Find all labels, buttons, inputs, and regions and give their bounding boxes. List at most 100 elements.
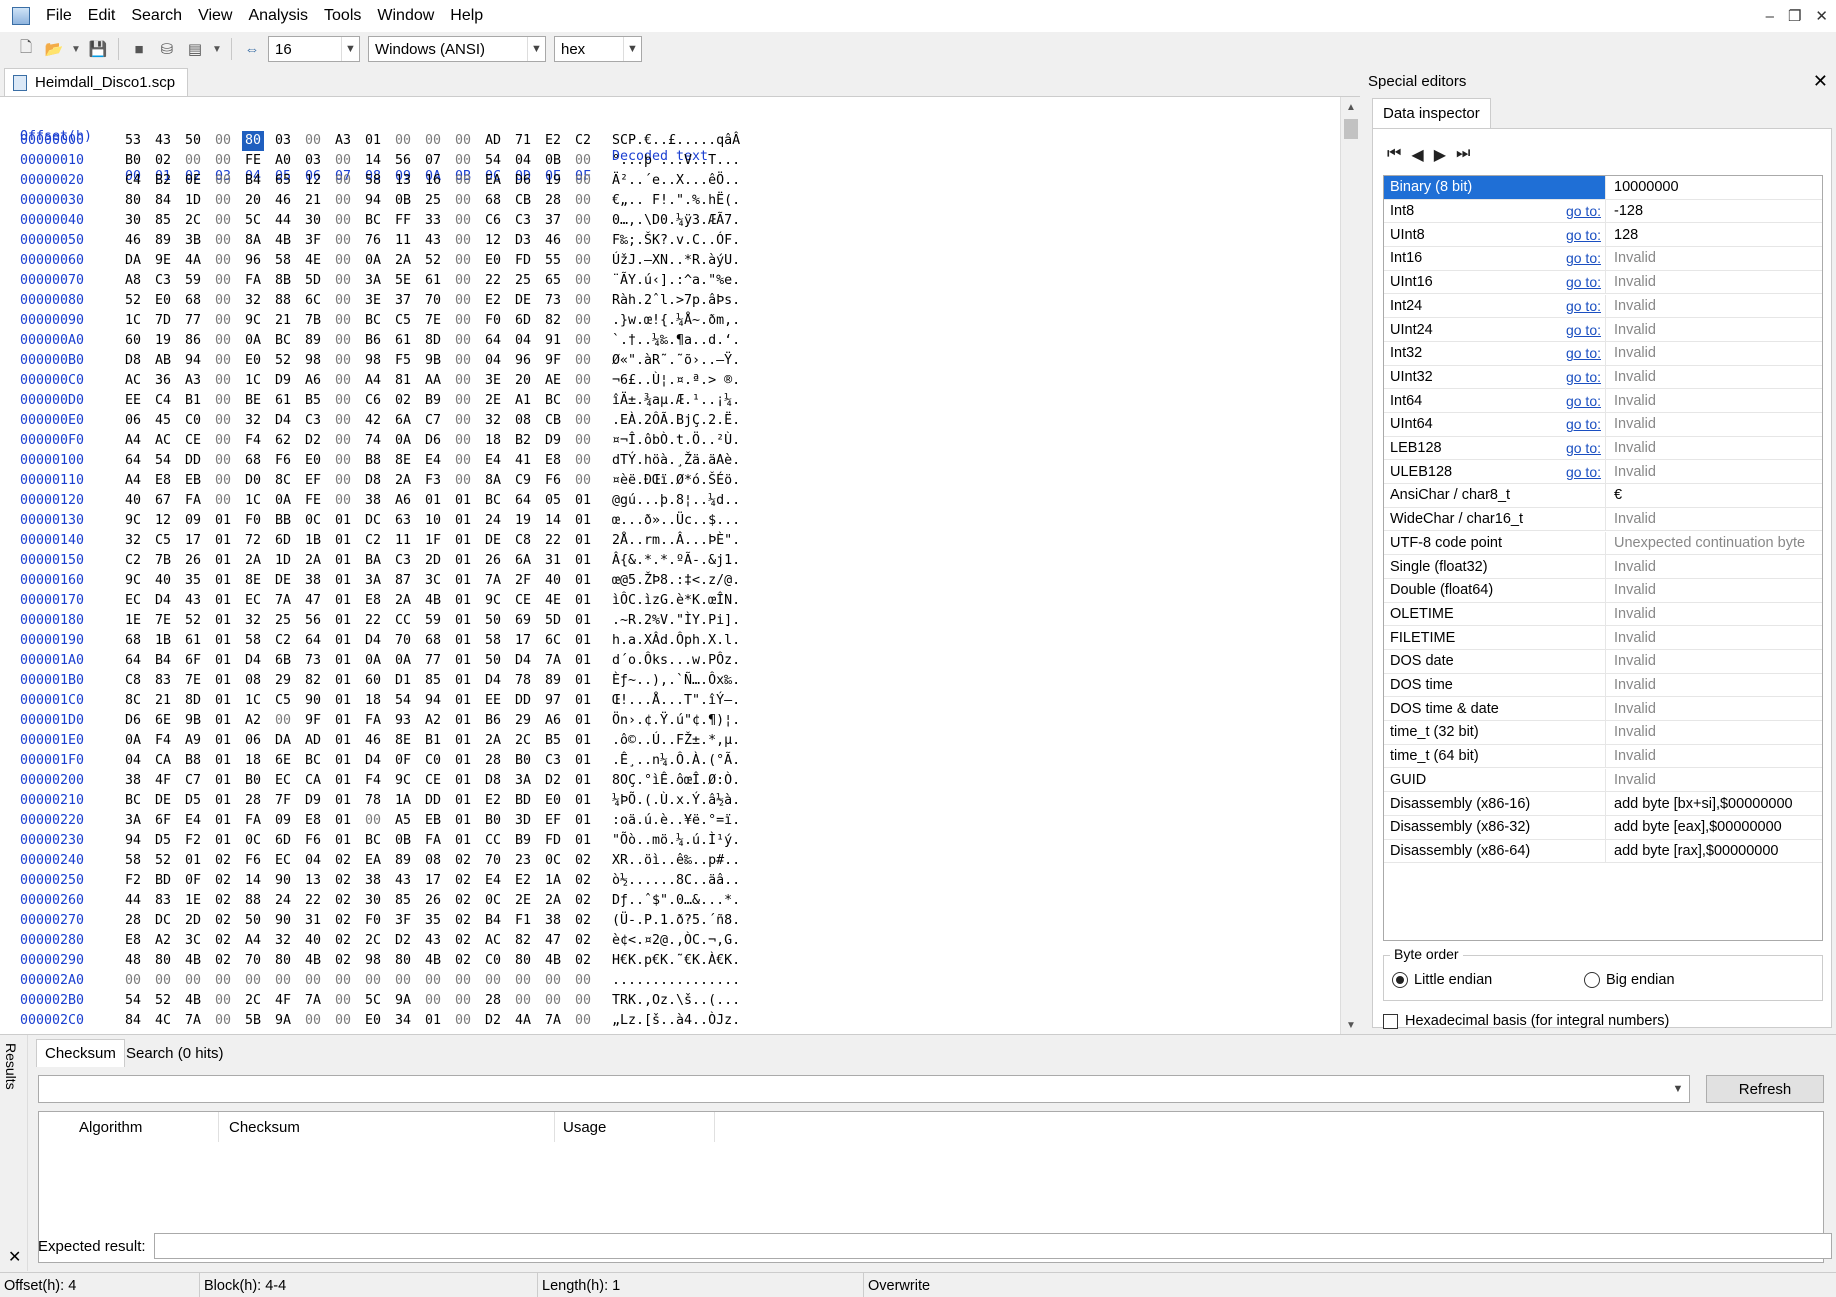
hex-byte-cell[interactable]: 17 <box>182 531 204 551</box>
hex-byte-cell[interactable]: 0B <box>392 831 414 851</box>
hex-byte-cell[interactable]: 02 <box>332 851 354 871</box>
hex-byte-cell[interactable]: 76 <box>362 231 384 251</box>
hex-byte-cell[interactable]: 46 <box>362 731 384 751</box>
hex-byte-cell[interactable]: FA <box>242 811 264 831</box>
hex-byte-cell[interactable]: 01 <box>182 851 204 871</box>
hex-byte-cell[interactable]: 00 <box>452 311 474 331</box>
hex-byte-cell[interactable]: 01 <box>212 591 234 611</box>
column-checksum[interactable]: Checksum <box>219 1112 555 1142</box>
inspector-row-value[interactable]: Invalid <box>1614 437 1656 460</box>
hex-byte-cell[interactable]: D4 <box>362 751 384 771</box>
hex-byte-cell[interactable]: 01 <box>212 791 234 811</box>
hex-byte-cell[interactable]: 26 <box>422 891 444 911</box>
hex-byte-cell[interactable]: BC <box>482 491 504 511</box>
hex-byte-cell[interactable]: 01 <box>332 531 354 551</box>
hex-byte-cell[interactable]: 58 <box>482 631 504 651</box>
hex-byte-cell[interactable]: 62 <box>272 431 294 451</box>
hex-byte-cell[interactable]: 3F <box>302 231 324 251</box>
hex-byte-cell[interactable]: 00 <box>272 711 294 731</box>
hex-byte-cell[interactable]: 3F <box>392 911 414 931</box>
inspector-row-value[interactable]: Invalid <box>1614 342 1656 365</box>
hex-byte-cell[interactable]: B5 <box>542 731 564 751</box>
hex-byte-cell[interactable]: 94 <box>182 351 204 371</box>
inspector-row-value[interactable]: 10000000 <box>1614 176 1679 199</box>
hex-byte-cell[interactable]: 2E <box>512 891 534 911</box>
hex-byte-cell[interactable]: 00 <box>452 1011 474 1031</box>
hex-byte-cell[interactable]: 8D <box>182 691 204 711</box>
hex-byte-cell[interactable]: 00 <box>212 431 234 451</box>
hex-byte-cell[interactable]: FD <box>512 251 534 271</box>
hex-byte-cell[interactable]: 02 <box>212 911 234 931</box>
hex-byte-cell[interactable]: 01 <box>572 771 594 791</box>
hex-byte-cell[interactable]: 00 <box>452 231 474 251</box>
hex-byte-cell[interactable]: 1E <box>122 611 144 631</box>
hex-byte-cell[interactable]: CB <box>542 411 564 431</box>
hex-byte-cell[interactable]: 83 <box>152 891 174 911</box>
hex-byte-cell[interactable]: 46 <box>122 231 144 251</box>
hex-byte-cell[interactable]: 38 <box>542 911 564 931</box>
hex-byte-cell[interactable]: 01 <box>332 771 354 791</box>
hex-byte-cell[interactable]: B1 <box>182 391 204 411</box>
hex-byte-cell[interactable]: 18 <box>362 691 384 711</box>
hex-byte-cell[interactable]: 68 <box>182 291 204 311</box>
hex-byte-cell[interactable]: 70 <box>242 951 264 971</box>
hex-byte-cell[interactable]: 01 <box>212 771 234 791</box>
hex-byte-cell[interactable]: 00 <box>572 991 594 1011</box>
hex-byte-cell[interactable]: A6 <box>302 371 324 391</box>
decoded-text-cell[interactable]: Œ!...Å...T".îÝ—. <box>612 691 740 711</box>
hex-byte-cell[interactable]: F2 <box>122 871 144 891</box>
hex-byte-cell[interactable]: E8 <box>152 471 174 491</box>
hex-byte-cell[interactable]: 02 <box>452 871 474 891</box>
hex-byte-cell[interactable]: 00 <box>332 991 354 1011</box>
hex-byte-cell[interactable]: 6D <box>272 531 294 551</box>
hex-byte-cell[interactable]: 80 <box>122 191 144 211</box>
hex-byte-cell[interactable]: 60 <box>122 331 144 351</box>
hex-byte-cell[interactable]: 01 <box>212 831 234 851</box>
inspector-row-value[interactable]: Unexpected continuation byte <box>1614 532 1805 555</box>
hex-byte-cell[interactable]: D4 <box>482 671 504 691</box>
hex-byte-cell[interactable]: 00 <box>212 451 234 471</box>
hex-byte-cell[interactable]: 00 <box>452 971 474 991</box>
hex-byte-cell[interactable]: D5 <box>182 791 204 811</box>
hex-byte-cell[interactable]: 00 <box>452 191 474 211</box>
hex-byte-cell[interactable]: 01 <box>452 491 474 511</box>
hex-byte-cell[interactable]: 5B <box>242 1011 264 1031</box>
hex-byte-cell[interactable]: 9B <box>182 711 204 731</box>
decoded-text-cell[interactable]: œ...ð»..Üc..$... <box>612 511 740 531</box>
hex-byte-cell[interactable]: 32 <box>272 931 294 951</box>
hex-byte-cell[interactable]: 78 <box>362 791 384 811</box>
inspector-row-value[interactable]: Invalid <box>1614 271 1656 294</box>
inspector-row[interactable]: LEB128 go to: Invalid <box>1384 436 1822 461</box>
hex-byte-cell[interactable]: 0A <box>122 731 144 751</box>
hex-byte-cell[interactable]: 89 <box>302 331 324 351</box>
hex-byte-cell[interactable]: 00 <box>272 971 294 991</box>
tab-checksum[interactable]: Checksum <box>36 1039 125 1067</box>
hex-byte-cell[interactable]: 9C <box>122 511 144 531</box>
hex-byte-cell[interactable]: 9A <box>392 991 414 1011</box>
hex-byte-cell[interactable]: 9E <box>152 251 174 271</box>
hex-byte-cell[interactable]: 01 <box>422 1011 444 1031</box>
hex-byte-cell[interactable]: BC <box>122 791 144 811</box>
decoded-text-cell[interactable]: Èƒ~..)‚.`Ñ….Ôx‰. <box>612 671 740 691</box>
hex-byte-cell[interactable]: 6F <box>182 651 204 671</box>
hex-byte-cell[interactable]: 4E <box>302 251 324 271</box>
hex-byte-cell[interactable]: 01 <box>572 651 594 671</box>
hex-byte-cell[interactable]: 32 <box>242 291 264 311</box>
hex-byte-cell[interactable]: E0 <box>152 291 174 311</box>
hex-byte-cell[interactable]: D6 <box>122 711 144 731</box>
hex-byte-cell[interactable]: A0 <box>272 151 294 171</box>
decoded-text-cell[interactable]: ¬6£..Ù¦.¤.ª.> ®. <box>612 371 740 391</box>
hex-byte-cell[interactable]: 21 <box>302 191 324 211</box>
hex-byte-cell[interactable]: 4B <box>182 991 204 1011</box>
inspector-row[interactable]: Disassembly (x86-16) add byte [bx+si],$00… <box>1384 792 1822 816</box>
hex-byte-cell[interactable]: 98 <box>362 951 384 971</box>
hex-byte-cell[interactable]: 00 <box>572 171 594 191</box>
hex-byte-cell[interactable]: 3D <box>512 811 534 831</box>
decoded-text-cell[interactable]: Ön›.¢.Ÿ.ú"¢.¶)¦. <box>612 711 740 731</box>
hex-byte-cell[interactable]: B0 <box>122 151 144 171</box>
menu-view[interactable]: View <box>190 0 240 32</box>
decoded-text-cell[interactable]: ¤èë.ÐŒï.Ø*ó.ŠÉö. <box>612 471 740 491</box>
hex-byte-cell[interactable]: 00 <box>452 411 474 431</box>
hex-byte-cell[interactable]: 43 <box>392 871 414 891</box>
hex-byte-cell[interactable]: A1 <box>512 391 534 411</box>
